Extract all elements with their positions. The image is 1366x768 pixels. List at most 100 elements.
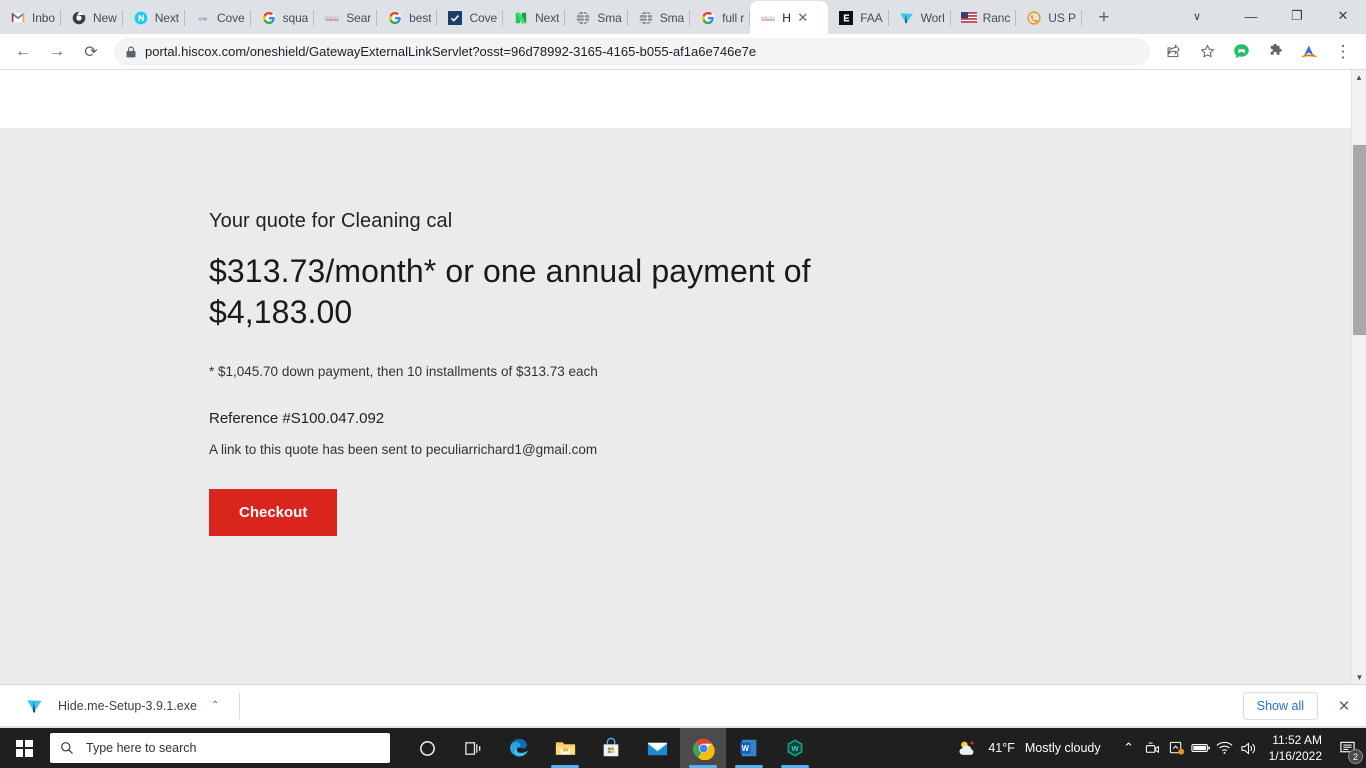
tab-strip: Inbo New Next cw Cove squa HISCOX Sear best Cove N… — [0, 0, 1366, 34]
tab-title: New — [92, 10, 117, 25]
tab-title: Cove — [216, 10, 245, 25]
wondershare-icon[interactable]: W — [772, 728, 818, 768]
faa-icon — [838, 10, 854, 26]
bookmark-star-icon[interactable] — [1193, 38, 1221, 66]
google-icon — [387, 10, 403, 26]
show-all-downloads-button[interactable]: Show all — [1242, 691, 1318, 720]
weather-condition: Mostly cloudy — [1024, 741, 1101, 755]
chat-bubble-icon[interactable] — [1227, 38, 1255, 66]
hiscox-icon: HISCOX — [324, 10, 340, 26]
tab-3[interactable]: cw Cove — [185, 1, 251, 34]
wifi-icon[interactable] — [1213, 728, 1237, 768]
email-confirmation-text: A link to this quote has been sent to pe… — [209, 442, 598, 457]
clock-date: 1/16/2022 — [1268, 749, 1322, 763]
tab-title: Sma — [597, 10, 622, 25]
phone-orange-icon — [1026, 10, 1042, 26]
tab-7[interactable]: Cove — [437, 1, 503, 34]
start-button[interactable] — [0, 728, 48, 768]
download-divider — [239, 692, 241, 719]
volume-icon[interactable] — [1237, 728, 1261, 768]
download-item[interactable]: Hide.me-Setup-3.9.1.exe ⌃ — [12, 696, 219, 716]
puzzle-extensions-icon[interactable] — [1261, 38, 1289, 66]
download-chevron-icon[interactable]: ⌃ — [211, 700, 219, 711]
close-download-shelf-button[interactable]: ✕ — [1334, 697, 1354, 715]
tab-15[interactable]: Ranc — [951, 1, 1017, 34]
tab-title: squa — [282, 10, 309, 25]
scrollbar-thumb[interactable] — [1353, 145, 1366, 335]
camera-icon[interactable] — [1141, 728, 1165, 768]
page-subtitle: Your quote for Cleaning cal — [209, 210, 453, 232]
reload-button[interactable]: ⟳ — [77, 38, 105, 66]
tab-title: Cove — [469, 10, 498, 25]
maximize-button[interactable]: ❐ — [1274, 0, 1320, 32]
windows-logo-icon — [15, 739, 33, 757]
microsoft-store-icon[interactable] — [588, 728, 634, 768]
tab-2[interactable]: Next — [123, 1, 185, 34]
scroll-up-arrow[interactable]: ▲ — [1352, 70, 1366, 84]
cw-icon: cw — [195, 10, 211, 26]
weather-widget[interactable]: 41°F Mostly cloudy — [957, 739, 1101, 757]
magnifier-icon — [60, 741, 74, 755]
svg-text:W: W — [742, 744, 750, 753]
new-tab-button[interactable]: + — [1090, 4, 1118, 32]
back-button[interactable]: ← — [9, 38, 37, 66]
edge-icon[interactable] — [496, 728, 542, 768]
mail-icon[interactable] — [634, 728, 680, 768]
page-title: $313.73/month* or one annual payment of … — [209, 253, 811, 330]
reference-number: Reference #S100.047.092 — [209, 410, 385, 427]
tab-title: Next — [535, 10, 560, 25]
tab-title: US P — [1048, 10, 1076, 25]
tab-6[interactable]: best — [377, 1, 438, 34]
tab-title: full r — [722, 10, 745, 25]
word-icon[interactable]: W — [726, 728, 772, 768]
tab-0[interactable]: Inbo — [0, 1, 61, 34]
tab-8[interactable]: Next — [503, 1, 566, 34]
battery-icon[interactable] — [1189, 728, 1213, 768]
tab-14[interactable]: Worl — [889, 1, 951, 34]
notification-count-badge: 2 — [1348, 749, 1363, 764]
tab-11[interactable]: full r — [690, 1, 751, 34]
extension-arrow-icon[interactable] — [1295, 38, 1323, 66]
tab-title: Worl — [920, 10, 945, 25]
tab-title: Sma — [659, 10, 685, 25]
tab-search-chevron-icon[interactable]: ∨ — [1184, 0, 1210, 32]
close-tab-button[interactable]: ✕ — [795, 10, 811, 26]
notification-center-button[interactable]: 2 — [1332, 728, 1363, 768]
lock-icon — [126, 45, 136, 58]
tray-overflow-chevron-icon[interactable]: ⌃ — [1117, 728, 1141, 768]
svg-text:HISCOX: HISCOX — [325, 16, 340, 20]
tab-10[interactable]: Sma — [628, 1, 691, 34]
address-bar[interactable]: portal.hiscox.com/oneshield/GatewayExter… — [114, 37, 1150, 66]
gmail-icon — [10, 10, 26, 26]
checkout-button[interactable]: Checkout — [209, 489, 338, 536]
tab-9[interactable]: Sma — [565, 1, 628, 34]
minimize-button[interactable]: — — [1228, 0, 1274, 32]
url-text: portal.hiscox.com/oneshield/GatewayExter… — [145, 44, 757, 59]
tab-1[interactable]: New — [61, 1, 123, 34]
cortana-icon[interactable] — [404, 728, 450, 768]
forward-button[interactable]: → — [43, 38, 71, 66]
payment-footnote: * $1,045.70 down payment, then 10 instal… — [209, 364, 598, 379]
usflag-icon — [960, 10, 977, 26]
clock-time: 11:52 AM — [1272, 733, 1322, 747]
share-icon[interactable] — [1159, 38, 1187, 66]
chrome-icon[interactable] — [680, 728, 726, 768]
task-view-icon[interactable] — [450, 728, 496, 768]
taskbar-search-box[interactable]: Type here to search — [50, 733, 390, 763]
tab-4[interactable]: squa — [251, 1, 315, 34]
quote-page: Your quote for Cleaning cal $313.73/mont… — [0, 128, 1366, 684]
tab-16[interactable]: US P — [1016, 1, 1082, 34]
file-explorer-icon[interactable] — [542, 728, 588, 768]
three-dot-menu-icon[interactable]: ⋮ — [1329, 38, 1357, 66]
page-scrollbar[interactable]: ▲ ▼ — [1351, 70, 1366, 684]
taskbar-app-buttons: W W — [404, 728, 818, 768]
scroll-down-arrow[interactable]: ▼ — [1352, 670, 1366, 684]
tab-active[interactable]: HISCOX H ✕ — [750, 1, 829, 34]
next-green-icon — [513, 10, 529, 26]
close-window-button[interactable]: ✕ — [1320, 0, 1366, 32]
taskbar-clock[interactable]: 11:52 AM 1/16/2022 — [1269, 732, 1322, 764]
partly-cloudy-icon — [957, 739, 979, 757]
tab-13[interactable]: FAA — [828, 1, 889, 34]
onedrive-sync-icon[interactable] — [1165, 728, 1189, 768]
tab-5[interactable]: HISCOX Sear — [314, 1, 378, 34]
